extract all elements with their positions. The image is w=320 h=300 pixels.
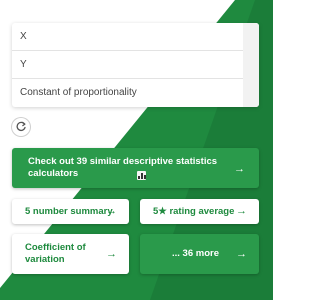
- x-input[interactable]: X: [12, 23, 259, 51]
- arrow-right-icon: →: [234, 163, 245, 175]
- y-input-label: Y: [20, 59, 27, 70]
- arrow-right-icon: →: [236, 248, 247, 260]
- calculator-inputs-card: X Y Constant of proportionality: [12, 23, 259, 107]
- arrow-right-icon: →: [106, 205, 117, 217]
- coefficient-of-variation-link[interactable]: Coefficient of variation →: [12, 234, 129, 274]
- five-number-summary-link[interactable]: 5 number summary →: [12, 199, 129, 224]
- arrow-right-icon: →: [106, 248, 117, 260]
- rating-average-link[interactable]: 5★ rating average →: [140, 199, 259, 224]
- arrow-right-icon: →: [236, 205, 247, 217]
- refresh-icon: [16, 121, 26, 132]
- constant-input[interactable]: Constant of proportionality: [12, 79, 259, 107]
- rating-average-label: 5★ rating average: [153, 206, 235, 217]
- y-input-unit-area: [243, 51, 259, 79]
- x-input-unit-area: [243, 23, 259, 51]
- coefficient-of-variation-label: Coefficient of variation: [25, 242, 86, 265]
- bar-chart-icon: [137, 171, 146, 180]
- similar-calculators-button[interactable]: Check out 39 similar descriptive statist…: [12, 148, 259, 188]
- constant-input-unit-area: [243, 79, 259, 107]
- more-calculators-label: ... 36 more: [172, 248, 219, 259]
- five-number-summary-label: 5 number summary: [25, 206, 113, 217]
- constant-input-label: Constant of proportionality: [20, 87, 137, 98]
- x-input-label: X: [20, 31, 27, 42]
- refresh-button[interactable]: [12, 118, 30, 136]
- more-calculators-button[interactable]: ... 36 more →: [140, 234, 259, 274]
- y-input[interactable]: Y: [12, 51, 259, 79]
- similar-calculators-label: Check out 39 similar descriptive statist…: [28, 156, 218, 179]
